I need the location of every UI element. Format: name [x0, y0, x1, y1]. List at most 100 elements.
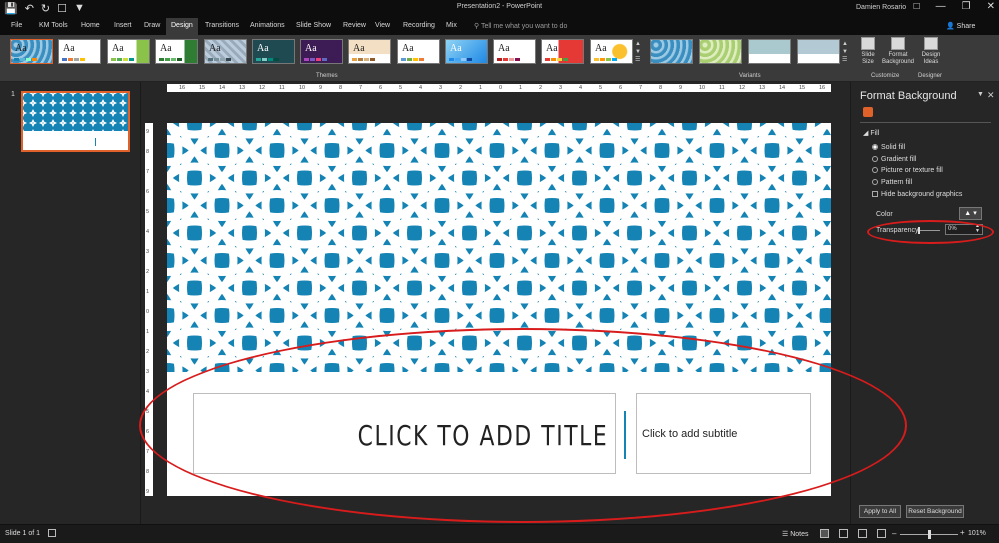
variant-1[interactable]	[650, 39, 693, 64]
maximize-icon[interactable]: ❐	[962, 1, 971, 12]
picture-fill-radio[interactable]: Picture or texture fill	[872, 167, 943, 174]
theme-2[interactable]: Aa	[58, 39, 101, 64]
theme-12[interactable]: Aa	[541, 39, 584, 64]
design-ideas-button[interactable]: Design Ideas	[918, 37, 944, 66]
notes-button[interactable]: ☰ Notes	[782, 530, 809, 538]
theme-preview-text: Aa	[160, 43, 172, 54]
theme-9[interactable]: Aa	[397, 39, 440, 64]
spellcheck-icon[interactable]	[48, 529, 56, 537]
theme-10[interactable]: Aa	[445, 39, 488, 64]
theme-color-swatch	[62, 58, 67, 61]
variant-3[interactable]	[748, 39, 791, 64]
theme-color-swatch	[68, 58, 73, 61]
tab-review[interactable]: Review	[338, 18, 371, 35]
ruler-tick-label: 2	[459, 85, 463, 91]
theme-color-swatch	[256, 58, 261, 61]
spinner-icon[interactable]: ▲ ▼	[975, 224, 980, 234]
ruler-tick-label: 0	[146, 309, 150, 315]
format-background-label: Format Background	[881, 52, 915, 65]
ruler-tick-label: 12	[259, 85, 266, 91]
slide-sorter-icon[interactable]	[839, 529, 848, 538]
zoom-out-icon[interactable]: –	[892, 529, 896, 538]
theme-5[interactable]: Aa	[204, 39, 247, 64]
slider-thumb[interactable]	[918, 227, 920, 234]
pattern-fill-radio[interactable]: Pattern fill	[872, 179, 912, 186]
theme-1[interactable]: Aa	[10, 39, 53, 64]
theme-7[interactable]: Aa	[300, 39, 343, 64]
fill-section-header[interactable]: ◢ Fill	[863, 129, 879, 137]
radio-icon	[872, 179, 878, 185]
tab-design[interactable]: Design	[166, 18, 198, 35]
slide-thumbnail-1[interactable]	[21, 91, 130, 152]
tell-me-box[interactable]: ⚲ Tell me what you want to do	[474, 22, 567, 30]
theme-color-bars	[208, 58, 231, 61]
themes-scroll[interactable]: ▲ ▼ ☰	[635, 40, 641, 64]
theme-color-swatch	[226, 58, 231, 61]
theme-color-swatch	[545, 58, 550, 61]
variants-scroll[interactable]: ▲ ▼ ☰	[842, 40, 848, 64]
tab-recording[interactable]: Recording	[398, 18, 440, 35]
theme-3[interactable]: Aa	[107, 39, 150, 64]
theme-8[interactable]: Aa	[348, 39, 391, 64]
tab-slide-show[interactable]: Slide Show	[291, 18, 336, 35]
theme-13[interactable]: Aa	[590, 39, 633, 64]
theme-preview-text: Aa	[595, 43, 607, 54]
variant-4[interactable]	[797, 39, 840, 64]
zoom-level[interactable]: 101%	[968, 530, 986, 537]
tab-mix[interactable]: Mix	[441, 18, 462, 35]
ruler-tick-label: 3	[559, 85, 563, 91]
slide-count: Slide 1 of 1	[5, 530, 41, 537]
slide-canvas[interactable]: CLICK TO ADD TITLE Click to add subtitle	[167, 123, 831, 496]
theme-11[interactable]: Aa	[493, 39, 536, 64]
tab-insert[interactable]: Insert	[109, 18, 137, 35]
subtitle-placeholder[interactable]: Click to add subtitle	[636, 393, 811, 474]
pane-options-icon[interactable]: ▼	[977, 91, 984, 98]
tab-view[interactable]: View	[370, 18, 395, 35]
ruler-tick-label: 1	[479, 85, 483, 91]
ruler-tick-label: 14	[219, 85, 226, 91]
reading-view-icon[interactable]	[858, 529, 867, 538]
color-picker-button[interactable]: ▲ ▾	[959, 207, 982, 220]
tab-transitions[interactable]: Transitions	[200, 18, 244, 35]
tab-animations[interactable]: Animations	[245, 18, 290, 35]
format-background-button[interactable]: Format Background	[879, 37, 917, 66]
transparency-slider[interactable]	[918, 227, 940, 234]
radio-icon	[872, 167, 878, 173]
solid-fill-radio[interactable]: Solid fill	[872, 144, 905, 151]
gradient-fill-radio[interactable]: Gradient fill	[872, 156, 916, 163]
theme-color-swatch	[413, 58, 418, 61]
theme-color-swatch	[370, 58, 375, 61]
share-button[interactable]: 👤 Share	[946, 22, 975, 30]
tab-file[interactable]: File	[6, 18, 27, 35]
zoom-slider-thumb[interactable]	[928, 530, 931, 539]
transparency-input[interactable]: 0% ▲ ▼	[945, 224, 983, 235]
reset-background-button[interactable]: Reset Background	[906, 505, 964, 518]
share-label: Share	[956, 23, 976, 30]
title-placeholder[interactable]: CLICK TO ADD TITLE	[193, 393, 616, 474]
ruler-tick-label: 2	[146, 269, 150, 275]
zoom-in-icon[interactable]: +	[960, 528, 965, 537]
ribbon-display-icon[interactable]: □	[914, 1, 920, 12]
theme-4[interactable]: Aa	[155, 39, 198, 64]
reset-background-label: Reset Background	[908, 508, 962, 515]
slide-size-button[interactable]: Slide Size	[857, 37, 879, 66]
user-name[interactable]: Damien Rosario	[856, 4, 906, 11]
slideshow-icon[interactable]	[877, 529, 886, 538]
minimize-icon[interactable]: —	[936, 1, 946, 12]
close-icon[interactable]: ✕	[987, 1, 995, 12]
themes-group-label: Themes	[316, 73, 338, 79]
theme-6[interactable]: Aa	[252, 39, 295, 64]
hide-background-graphics-checkbox[interactable]: Hide background graphics	[872, 191, 962, 198]
theme-preview-text: Aa	[498, 43, 510, 54]
fill-bucket-icon[interactable]	[863, 107, 873, 117]
apply-to-all-button[interactable]: Apply to All	[859, 505, 901, 518]
pane-close-icon[interactable]: ✕	[987, 90, 995, 101]
checkbox-icon	[872, 191, 878, 197]
tab-km-tools[interactable]: KM Tools	[34, 18, 73, 35]
zoom-slider[interactable]	[900, 530, 958, 539]
variant-2[interactable]	[699, 39, 742, 64]
tab-home[interactable]: Home	[76, 18, 105, 35]
normal-view-icon[interactable]	[820, 529, 829, 538]
tab-draw[interactable]: Draw	[139, 18, 165, 35]
apply-to-all-label: Apply to All	[863, 508, 897, 515]
